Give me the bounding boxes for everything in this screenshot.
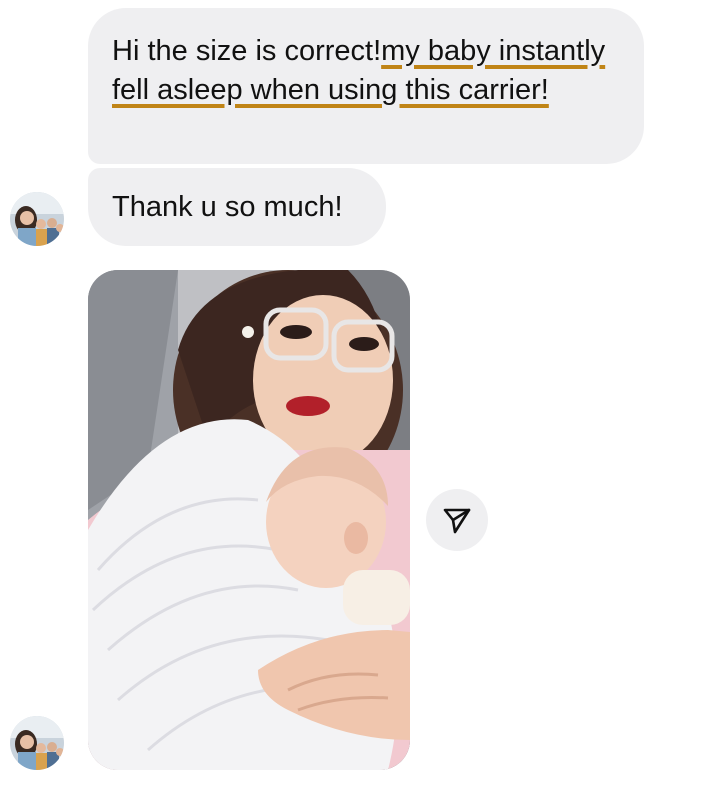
avatar-image <box>10 192 64 246</box>
avatar-image <box>10 716 64 770</box>
photo-message[interactable] <box>88 270 410 770</box>
message-text-plain: Hi the size is correct! <box>112 35 382 67</box>
message-bubble-1[interactable]: Hi the size is correct!my baby instantly… <box>88 8 644 164</box>
sender-avatar[interactable] <box>10 192 64 246</box>
sender-avatar[interactable] <box>10 716 64 770</box>
chat-thread: Hi the size is correct!my baby instantly… <box>0 0 703 788</box>
baby-carrier-photo <box>88 270 410 770</box>
message-text: Thank u so much! <box>112 191 343 223</box>
message-bubble-2[interactable]: Thank u so much! <box>88 168 386 246</box>
send-arrow-icon <box>443 508 471 534</box>
share-button[interactable] <box>426 489 488 551</box>
